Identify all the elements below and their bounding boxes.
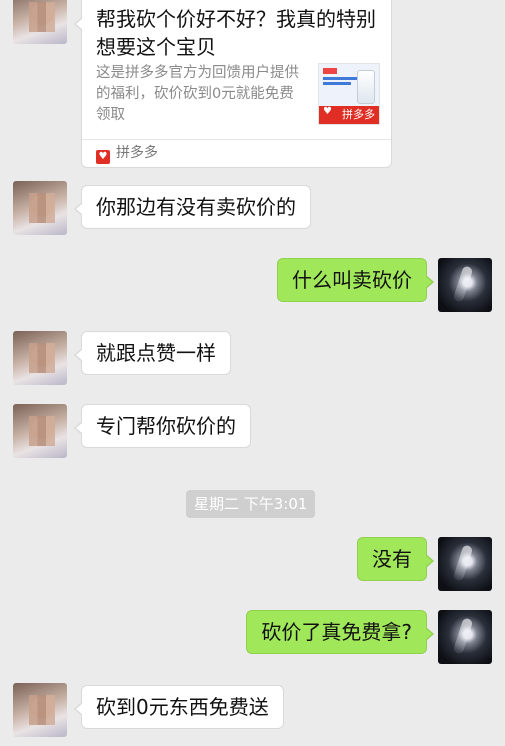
- contact-avatar[interactable]: [13, 683, 67, 737]
- outgoing-message-bubble[interactable]: 什么叫卖砍价: [277, 258, 434, 302]
- share-card[interactable]: 帮我砍个价好不好？我真的特别想要这个宝贝 这是拼多多官方为回馈用户提供的福利，砍…: [74, 0, 392, 168]
- contact-avatar[interactable]: [13, 181, 67, 235]
- outgoing-message-bubble[interactable]: 没有: [357, 537, 434, 581]
- divider: [82, 139, 391, 140]
- product-image: [357, 70, 375, 104]
- my-avatar[interactable]: [438, 537, 492, 591]
- share-card-description: 这是拼多多官方为回馈用户提供的福利，砍价砍到0元就能免费领取: [96, 65, 299, 123]
- incoming-message-bubble[interactable]: 你那边有没有卖砍价的: [74, 185, 311, 229]
- my-avatar[interactable]: [438, 610, 492, 664]
- heart-icon: ♥: [323, 106, 332, 117]
- incoming-message-bubble[interactable]: 就跟点赞一样: [74, 331, 231, 375]
- share-card-source: ♥ 拼多多: [96, 143, 158, 164]
- share-card-thumbnail: ♥ 拼多多: [318, 63, 380, 125]
- contact-avatar[interactable]: [13, 0, 67, 44]
- contact-avatar[interactable]: [13, 331, 67, 385]
- timestamp-chip: 星期二 下午3:01: [186, 490, 316, 518]
- my-avatar[interactable]: [438, 258, 492, 312]
- incoming-message-bubble[interactable]: 砍到0元东西免费送: [74, 685, 284, 729]
- pinduoduo-badge: ♥ 拼多多: [319, 106, 379, 124]
- outgoing-message-bubble[interactable]: 砍价了真免费拿?: [246, 610, 434, 654]
- pinduoduo-logo-icon: ♥: [96, 150, 110, 164]
- contact-avatar[interactable]: [13, 404, 67, 458]
- incoming-message-bubble[interactable]: 专门帮你砍价的: [74, 404, 251, 448]
- share-card-title: 帮我砍个价好不好？我真的特别想要这个宝贝: [96, 7, 376, 59]
